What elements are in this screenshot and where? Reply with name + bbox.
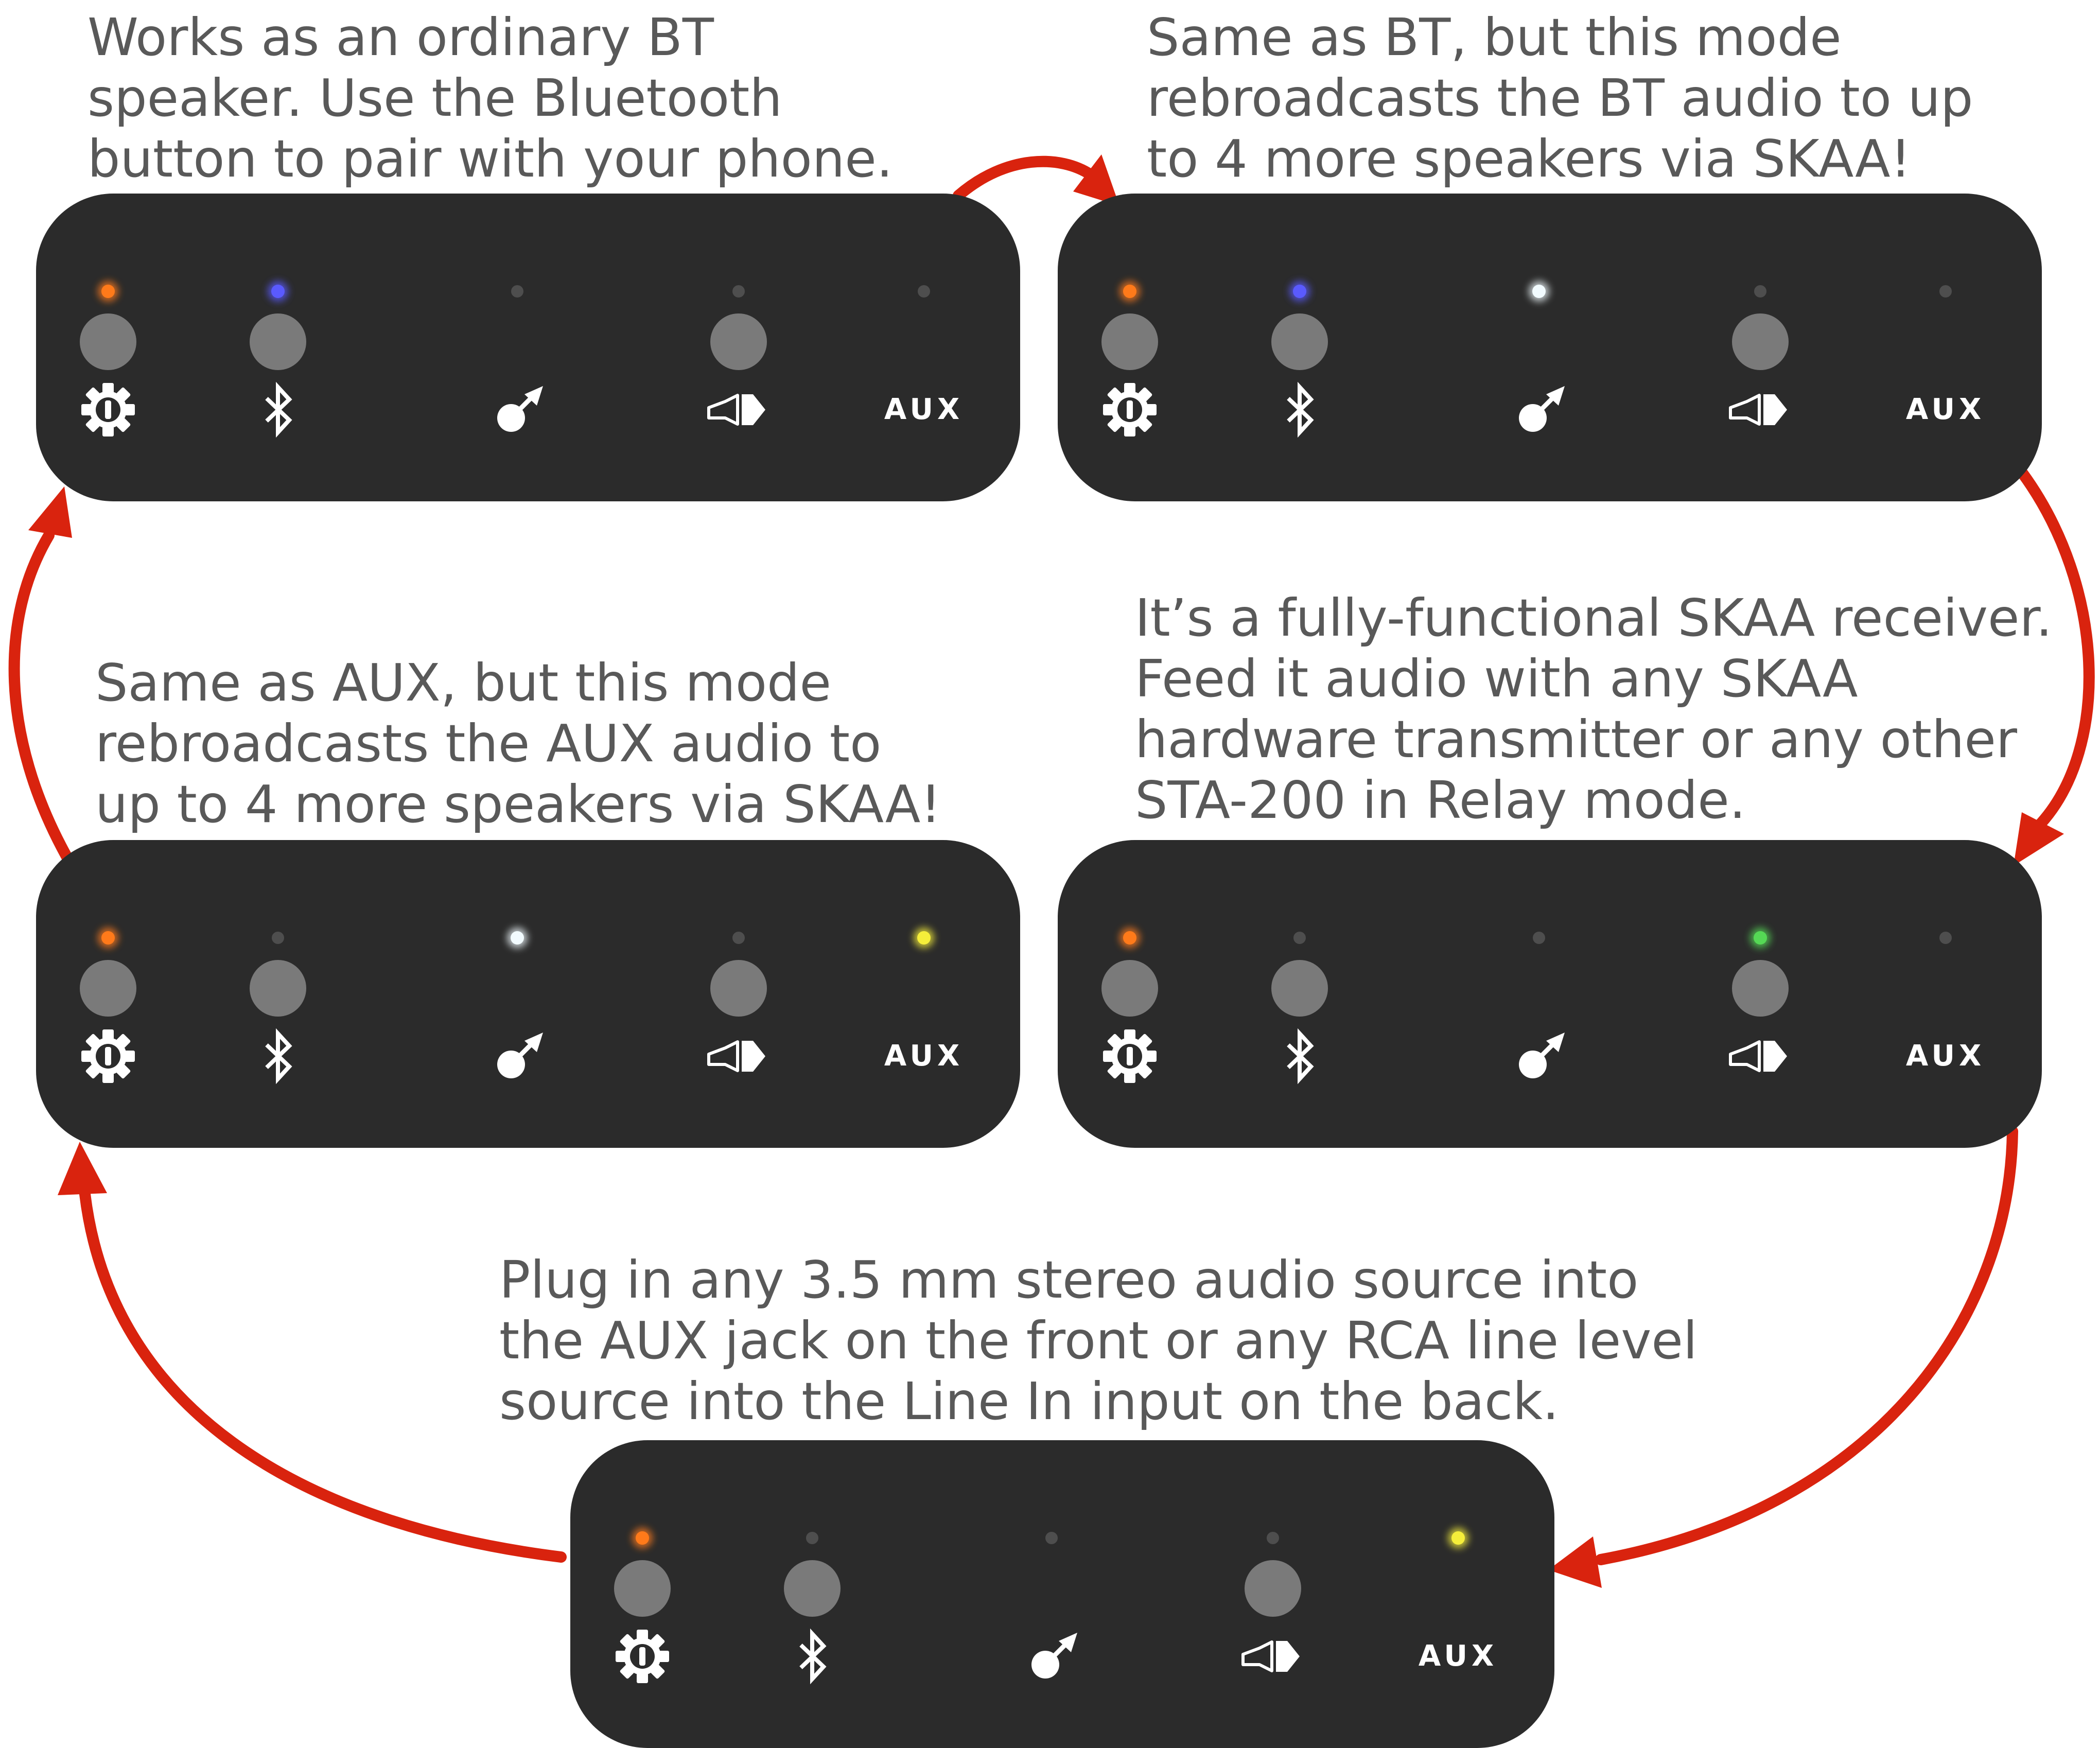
aux-label: AUX [1906,1039,1985,1073]
led-relay [1529,281,1549,302]
caption-line: Feed it audio with any SKAA [1135,649,1858,709]
led-aux [1448,1528,1468,1548]
panel-button[interactable] [250,960,306,1017]
led-bluetooth [268,281,288,302]
aux-label: AUX [884,393,964,426]
panel-body [1058,194,2042,501]
panel-button[interactable] [250,313,306,370]
power-icon [616,1630,669,1683]
led-aux [914,928,934,948]
led-speaker [1267,1532,1279,1544]
panel-button[interactable] [710,960,767,1017]
caption-bluetooth-relay-mode: Same as BT, but this mode rebroadcasts th… [1147,7,1973,189]
caption-aux-relay-mode: Same as AUX, but this mode rebroadcasts t… [95,653,941,835]
led-power [1119,928,1140,948]
led-relay [1533,932,1545,944]
aux-label: AUX [884,1039,964,1073]
aux-label: AUX [1419,1639,1498,1673]
caption-line: rebroadcasts the BT audio to up [1147,68,1973,128]
led-power [1119,281,1140,302]
panel-body [1058,840,2042,1148]
caption-line: rebroadcasts the AUX audio to [95,713,882,774]
panel-aux-mode: AUX [570,1440,1554,1748]
led-relay [1045,1532,1058,1544]
panel-button[interactable] [80,960,136,1017]
power-icon [81,1029,135,1083]
led-power [98,281,118,302]
led-relay [507,928,528,948]
aux-label: AUX [884,1039,964,1073]
led-bluetooth [806,1532,818,1544]
power-icon [1103,1029,1157,1083]
caption-line: up to 4 more speakers via SKAA! [95,774,941,834]
caption-line: speaker. Use the Bluetooth [87,68,782,128]
caption-line: source into the Line In input on the bac… [499,1371,1559,1431]
panel-button[interactable] [1732,960,1789,1017]
arrow-auxrelay-to-bt [8,486,73,863]
panel-button[interactable] [1101,960,1158,1017]
led-aux [1939,932,1952,944]
caption-line: It’s a fully-functional SKAA receiver. [1135,588,2053,648]
aux-label: AUX [1906,1039,1985,1073]
mode-cycle-diagram: Works as an ordinary BT speaker. Use the … [0,0,2100,1748]
led-speaker [1750,928,1771,948]
panel-bluetooth-mode: AUX [36,194,1020,501]
caption-aux-mode: Plug in any 3.5 mm stereo audio source i… [499,1250,1697,1432]
led-power [98,928,118,948]
led-relay [511,285,523,298]
panel-body [570,1440,1554,1748]
panel-aux-relay-mode: AUX [36,840,1020,1148]
panel-button[interactable] [710,313,767,370]
caption-line: STA-200 in Relay mode. [1135,770,1746,830]
panel-body [36,840,1020,1148]
panel-bluetooth-relay-mode: AUX [1058,194,2042,501]
aux-label: AUX [1906,393,1985,426]
aux-label: AUX [1906,393,1985,426]
panel-skaa-receiver-mode: AUX [1058,840,2042,1148]
caption-skaa-receiver-mode: It’s a fully-functional SKAA receiver. Fe… [1135,588,2052,831]
caption-line: hardware transmitter or any other [1135,709,2018,770]
panel-body [36,194,1020,501]
caption-bluetooth-mode: Works as an ordinary BT speaker. Use the … [87,7,893,189]
led-aux [918,285,930,298]
led-speaker [732,285,745,298]
panel-button[interactable] [1101,313,1158,370]
caption-line: to 4 more speakers via SKAA! [1147,129,1911,189]
led-bluetooth [1289,281,1310,302]
arrow-aux-to-auxrelay [58,1142,567,1563]
led-speaker [1754,285,1766,298]
panel-button[interactable] [614,1560,671,1617]
panel-button[interactable] [1271,960,1328,1017]
led-speaker [732,932,745,944]
led-power [632,1528,653,1548]
caption-line: button to pair with your phone. [87,129,893,189]
led-bluetooth [272,932,284,944]
caption-line: Works as an ordinary BT [87,7,714,67]
led-aux [1939,285,1952,298]
aux-label: AUX [1419,1639,1498,1673]
caption-line: Plug in any 3.5 mm stereo audio source i… [499,1250,1639,1310]
led-bluetooth [1293,932,1306,944]
power-icon [1103,383,1157,436]
caption-line: Same as AUX, but this mode [95,653,832,713]
caption-line: the AUX jack on the front or any RCA lin… [499,1310,1697,1371]
aux-label: AUX [884,393,964,426]
panel-button[interactable] [80,313,136,370]
panel-button[interactable] [1245,1560,1301,1617]
panel-button[interactable] [1271,313,1328,370]
caption-line: Same as BT, but this mode [1147,7,1842,67]
panel-button[interactable] [1732,313,1789,370]
power-icon [81,383,135,436]
panel-button[interactable] [784,1560,841,1617]
